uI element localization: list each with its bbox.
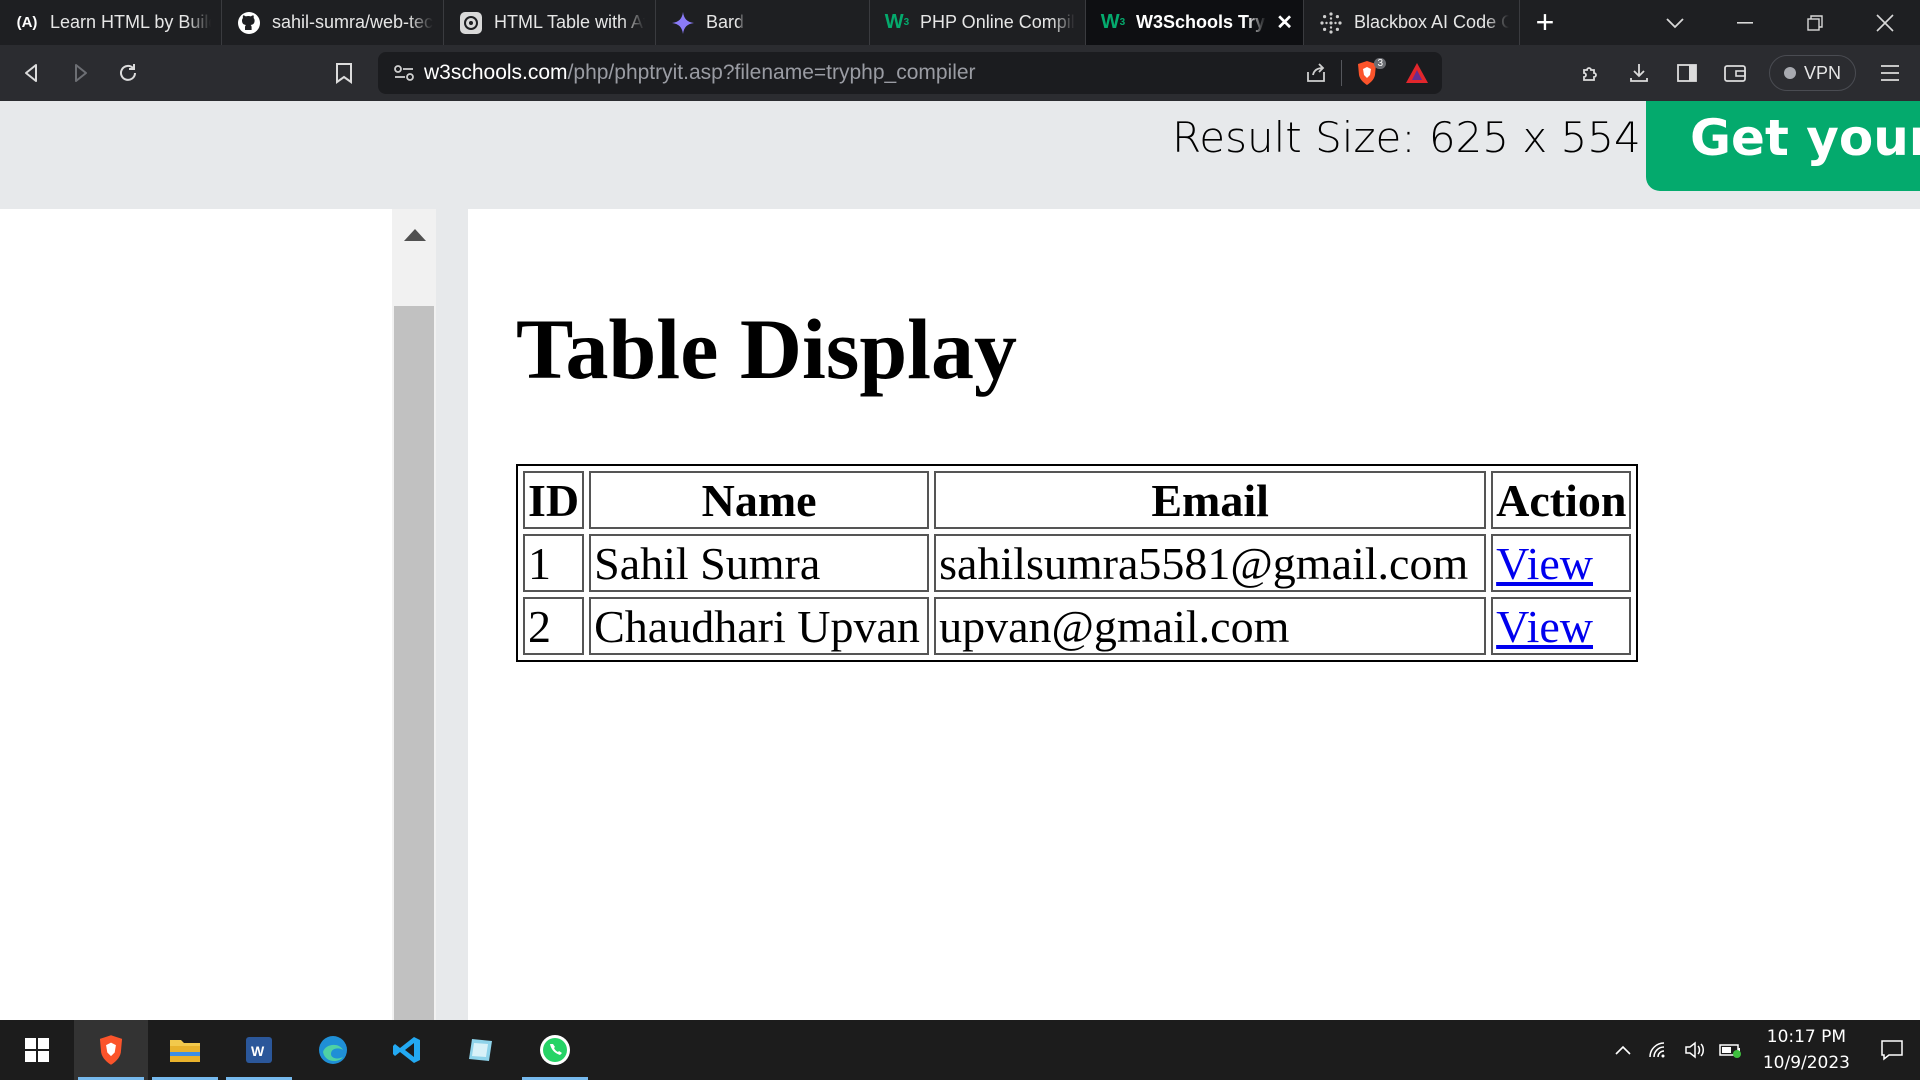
vpn-button[interactable]: VPN — [1768, 55, 1856, 91]
clock-time: 10:17 PM — [1766, 1027, 1847, 1047]
new-tab-button[interactable]: + — [1520, 0, 1570, 45]
share-icon[interactable] — [1291, 62, 1341, 84]
freecodecamp-icon: (A) — [16, 14, 38, 31]
column-header-action: Action — [1491, 471, 1632, 529]
site-settings-icon[interactable] — [384, 64, 424, 82]
tab-label: Learn HTML by Building — [50, 12, 211, 32]
tab-w3schools-tryit[interactable]: W3 W3Schools Tryit ✕ — [1086, 0, 1304, 45]
github-icon — [236, 10, 262, 36]
bard-icon — [670, 10, 696, 36]
window-controls — [1640, 0, 1920, 45]
url-path: /php/phptryit.asp?filename=tryphp_compil… — [567, 61, 976, 84]
windows-start-icon[interactable] — [0, 1020, 74, 1080]
back-button[interactable] — [8, 45, 56, 101]
code-editor-pane[interactable] — [0, 209, 392, 1020]
cell-name: Sahil Sumra — [589, 534, 930, 592]
scrollbar-thumb[interactable] — [394, 306, 434, 1020]
tab-label: PHP Online Compiler — [920, 12, 1075, 32]
taskbar-edge-icon[interactable] — [296, 1020, 370, 1080]
tab-blackbox[interactable]: Blackbox AI Code Chat — [1304, 0, 1520, 45]
cell-email: sahilsumra5581@gmail.com — [934, 534, 1487, 592]
menu-icon[interactable] — [1866, 45, 1914, 101]
vpn-label: VPN — [1803, 62, 1841, 83]
cell-name: Chaudhari Upvan — [589, 597, 930, 655]
table-header-row: ID Name Email Action — [523, 471, 1632, 529]
system-tray: 10:17 PM 10/9/2023 — [1605, 1020, 1920, 1080]
table-row: 1 Sahil Sumra sahilsumra5581@gmail.com V… — [523, 534, 1632, 592]
wallet-icon[interactable] — [1711, 45, 1759, 101]
notification-center-icon[interactable] — [1864, 1039, 1920, 1061]
taskbar-word-icon[interactable]: W — [222, 1020, 296, 1080]
show-hidden-icons-chevron-icon[interactable] — [1605, 1045, 1641, 1055]
chatgpt-icon — [458, 10, 484, 36]
users-table: ID Name Email Action 1 Sahil Sumra sahil… — [516, 464, 1639, 662]
brave-shields-icon[interactable]: 3 — [1342, 58, 1392, 86]
bookmark-icon[interactable] — [320, 45, 368, 101]
volume-icon[interactable] — [1677, 1041, 1713, 1059]
tab-list-chevron-icon[interactable] — [1640, 0, 1710, 45]
result-size-label: Result Size: 625 x 554 — [1172, 113, 1641, 162]
tab-strip: (A) Learn HTML by Building sahil-sumra/w… — [0, 0, 1920, 45]
download-icon[interactable] — [1615, 45, 1663, 101]
view-link[interactable]: View — [1496, 601, 1593, 652]
cell-id: 2 — [523, 597, 585, 655]
address-bar[interactable]: w3schools.com/php/phptryit.asp?filename=… — [378, 52, 1442, 94]
code-editor-scrollbar[interactable] — [392, 209, 436, 1020]
taskbar-vscode-icon[interactable] — [370, 1020, 444, 1080]
close-tab-icon[interactable]: ✕ — [1266, 10, 1293, 35]
battery-icon[interactable] — [1713, 1042, 1749, 1058]
column-header-id: ID — [523, 471, 585, 529]
restore-button[interactable] — [1780, 0, 1850, 45]
tryit-header: Result Size: 625 x 554 Get your o — [0, 101, 1920, 209]
tab-label: W3Schools Tryit — [1136, 12, 1267, 32]
cell-id: 1 — [523, 534, 585, 592]
view-link[interactable]: View — [1496, 538, 1593, 589]
column-header-name: Name — [589, 471, 930, 529]
w3schools-icon: W3 — [884, 11, 910, 33]
blackbox-icon — [1318, 10, 1344, 36]
taskbar: W 10:17 PM 10/9/2023 — [0, 1020, 1920, 1080]
taskbar-clock[interactable]: 10:17 PM 10/9/2023 — [1749, 1024, 1864, 1076]
result-frame: Table Display ID Name Email Action 1 Sah… — [468, 209, 1920, 1020]
extensions-icon[interactable] — [1567, 45, 1615, 101]
toolbar-right: VPN — [1567, 45, 1920, 101]
tab-freecodecamp[interactable]: (A) Learn HTML by Building — [0, 0, 222, 45]
tab-github[interactable]: sahil-sumra/web-tech — [222, 0, 444, 45]
column-header-email: Email — [934, 471, 1487, 529]
url-domain: w3schools.com — [424, 61, 568, 84]
close-window-button[interactable] — [1850, 0, 1920, 45]
shields-count-badge: 3 — [1374, 58, 1386, 69]
tab-label: Bard — [706, 12, 745, 32]
url-text: w3schools.com/php/phptryit.asp?filename=… — [424, 61, 976, 85]
pane-divider[interactable] — [436, 209, 468, 1020]
cell-action: View — [1491, 534, 1632, 592]
tab-label: Blackbox AI Code Chat — [1354, 12, 1509, 32]
forward-button[interactable] — [56, 45, 104, 101]
minimize-button[interactable] — [1710, 0, 1780, 45]
w3schools-icon: W3 — [1100, 11, 1126, 33]
taskbar-whatsapp-icon[interactable] — [518, 1020, 592, 1080]
network-icon[interactable] — [1641, 1041, 1677, 1059]
taskbar-notes-app-icon[interactable] — [444, 1020, 518, 1080]
tab-label: sahil-sumra/web-tech — [272, 12, 433, 32]
get-your-own-button[interactable]: Get your o — [1646, 101, 1920, 191]
svg-text:W: W — [251, 1043, 265, 1059]
page-title: Table Display — [516, 301, 1018, 397]
taskbar-file-explorer-icon[interactable] — [148, 1020, 222, 1080]
taskbar-brave-icon[interactable] — [74, 1020, 148, 1080]
cell-email: upvan@gmail.com — [934, 597, 1487, 655]
vpn-status-icon — [1783, 67, 1796, 79]
clock-date: 10/9/2023 — [1762, 1053, 1850, 1073]
reload-button[interactable] — [104, 45, 152, 101]
tab-php-compiler[interactable]: W3 PHP Online Compiler — [870, 0, 1086, 45]
scroll-up-arrow-icon[interactable] — [404, 229, 426, 241]
brave-rewards-icon[interactable] — [1392, 62, 1442, 84]
table-row: 2 Chaudhari Upvan upvan@gmail.com View — [523, 597, 1632, 655]
sidebar-toggle-icon[interactable] — [1663, 45, 1711, 101]
navigation-bar: w3schools.com/php/phptryit.asp?filename=… — [0, 45, 1920, 101]
cell-action: View — [1491, 597, 1632, 655]
tab-bard[interactable]: Bard — [656, 0, 870, 45]
tab-chatgpt[interactable]: HTML Table with Attr — [444, 0, 656, 45]
tab-label: HTML Table with Attr — [494, 12, 645, 32]
